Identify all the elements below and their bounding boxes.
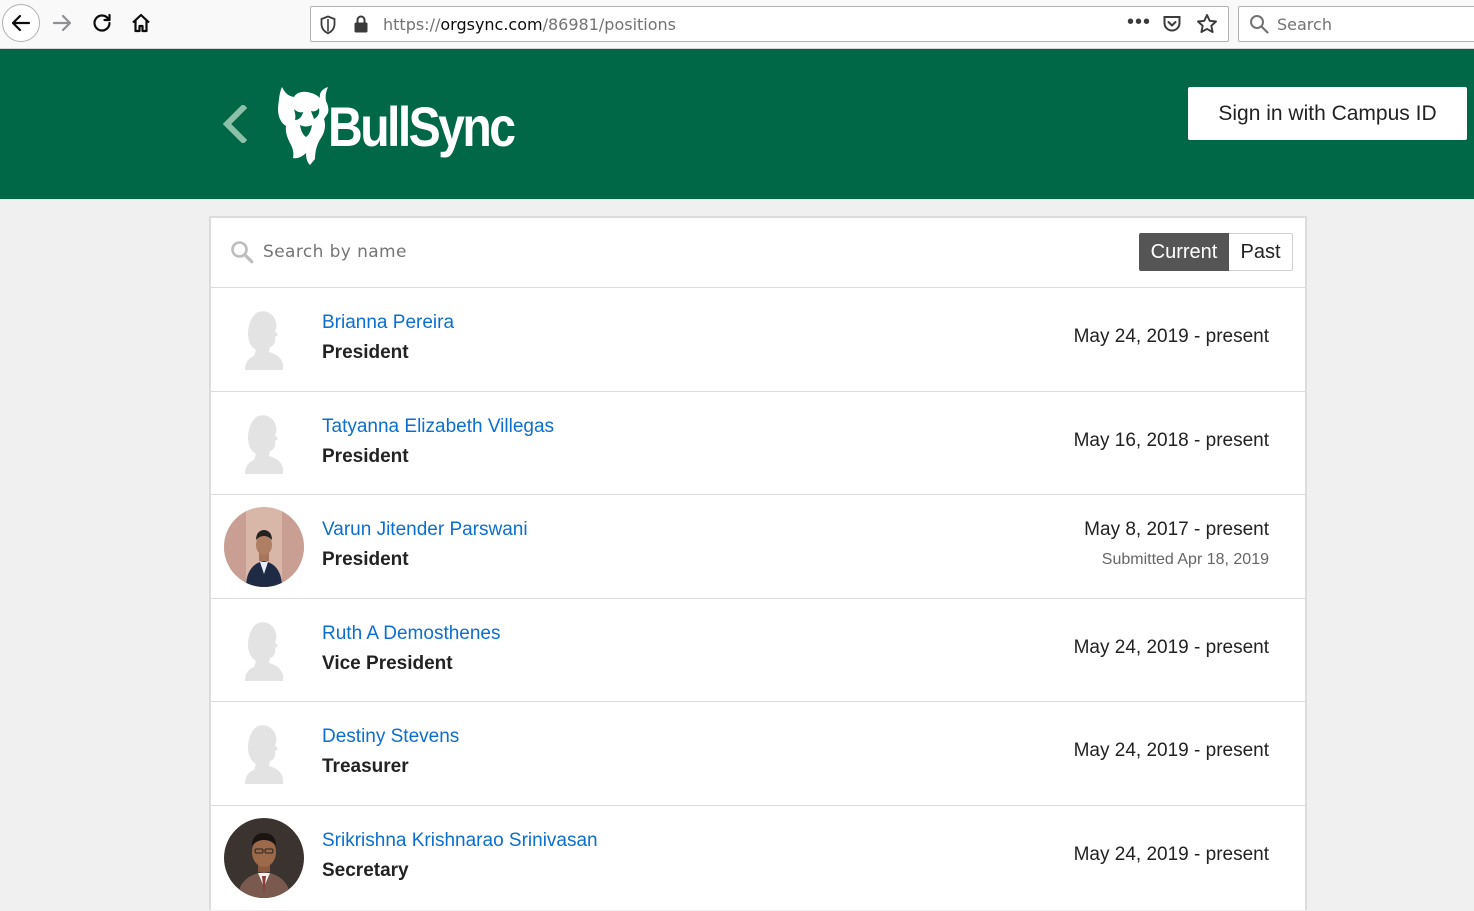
url-host: orgsync.com	[440, 15, 543, 34]
reload-button[interactable]	[83, 4, 121, 42]
list-item: Destiny Stevens Treasurer May 24, 2019 -…	[211, 702, 1305, 806]
member-role: President	[322, 342, 409, 363]
back-button[interactable]	[2, 4, 40, 42]
member-name-link[interactable]: Tatyanna Elizabeth Villegas	[322, 416, 554, 438]
list-item: Ruth A Demosthenes Vice President May 24…	[211, 599, 1305, 702]
member-role: Secretary	[322, 859, 409, 881]
lock-icon[interactable]	[353, 14, 369, 34]
search-by-name-input[interactable]	[261, 235, 865, 269]
forward-button[interactable]	[43, 4, 81, 42]
home-icon	[132, 13, 150, 33]
browser-search-placeholder: Search	[1277, 15, 1332, 34]
member-name-link[interactable]: Brianna Pereira	[322, 312, 454, 334]
arrow-right-icon	[52, 14, 72, 32]
url-text[interactable]: https://orgsync.com/86981/positions	[383, 15, 676, 34]
list-item: Brianna Pereira President May 24, 2019 -…	[211, 288, 1305, 392]
member-name-link[interactable]: Destiny Stevens	[322, 726, 459, 748]
browser-search-box[interactable]: Search	[1238, 6, 1474, 42]
tracking-shield-icon[interactable]	[319, 15, 337, 35]
positions-card: Current Past Brianna Pereira President M…	[209, 216, 1307, 910]
member-name-link[interactable]: Srikrishna Krishnarao Srinivasan	[322, 830, 598, 852]
past-filter-button[interactable]: Past	[1229, 233, 1293, 271]
reload-icon	[93, 13, 111, 32]
avatar[interactable]	[224, 714, 304, 794]
arrow-left-icon	[11, 14, 31, 32]
member-role: Vice President	[322, 652, 453, 674]
site-header: BullSync Sign in with Campus ID	[0, 49, 1474, 199]
current-filter-button[interactable]: Current	[1139, 233, 1229, 271]
address-bar[interactable]: https://orgsync.com/86981/positions •••	[310, 6, 1229, 42]
member-date-range: May 24, 2019 - present	[1073, 740, 1269, 761]
profile-photo	[224, 507, 304, 587]
member-name-link[interactable]: Ruth A Demosthenes	[322, 623, 501, 645]
bull-logo-icon	[278, 87, 329, 165]
avatar[interactable]	[224, 610, 304, 691]
roster-search-bar: Current Past	[211, 218, 1305, 288]
url-scheme: https://	[383, 15, 441, 34]
browser-toolbar: https://orgsync.com/86981/positions ••• …	[0, 0, 1474, 49]
avatar[interactable]	[224, 507, 304, 587]
person-silhouette-icon	[224, 403, 304, 484]
member-date-range: May 24, 2019 - present	[1073, 326, 1269, 347]
list-item: Tatyanna Elizabeth Villegas President Ma…	[211, 392, 1305, 495]
avatar[interactable]	[224, 300, 304, 380]
person-silhouette-icon	[224, 300, 304, 380]
list-item: Srikrishna Krishnarao Srinivasan Secreta…	[211, 806, 1305, 910]
avatar[interactable]	[224, 403, 304, 484]
avatar[interactable]	[224, 817, 304, 898]
member-role: President	[322, 549, 409, 570]
member-role: President	[322, 445, 409, 467]
member-name-link[interactable]: Varun Jitender Parswani	[322, 519, 528, 541]
brand-wordmark[interactable]: BullSync	[328, 97, 516, 157]
page-actions-button[interactable]: •••	[1127, 11, 1151, 34]
person-silhouette-icon	[224, 610, 304, 691]
home-button[interactable]	[122, 4, 160, 42]
bookmark-star-icon[interactable]	[1196, 13, 1218, 35]
search-icon	[1250, 15, 1269, 34]
member-date-range: May 8, 2017 - present	[1084, 519, 1269, 540]
person-silhouette-icon	[224, 714, 304, 794]
sign-in-button[interactable]: Sign in with Campus ID	[1188, 87, 1467, 140]
member-role: Treasurer	[322, 756, 409, 777]
current-past-toggle: Current Past	[1139, 233, 1293, 271]
member-date-range: May 16, 2018 - present	[1073, 429, 1269, 451]
member-date-range: May 24, 2019 - present	[1073, 636, 1269, 658]
search-icon	[231, 241, 254, 264]
list-item: Varun Jitender Parswani President May 8,…	[211, 495, 1305, 599]
url-path: /86981/positions	[542, 15, 676, 34]
submitted-date-note: Submitted Apr 18, 2019	[1101, 551, 1269, 568]
member-date-range: May 24, 2019 - present	[1073, 843, 1269, 865]
pocket-icon[interactable]	[1162, 14, 1182, 34]
chevron-left-icon[interactable]	[222, 105, 248, 143]
profile-photo	[224, 817, 304, 898]
